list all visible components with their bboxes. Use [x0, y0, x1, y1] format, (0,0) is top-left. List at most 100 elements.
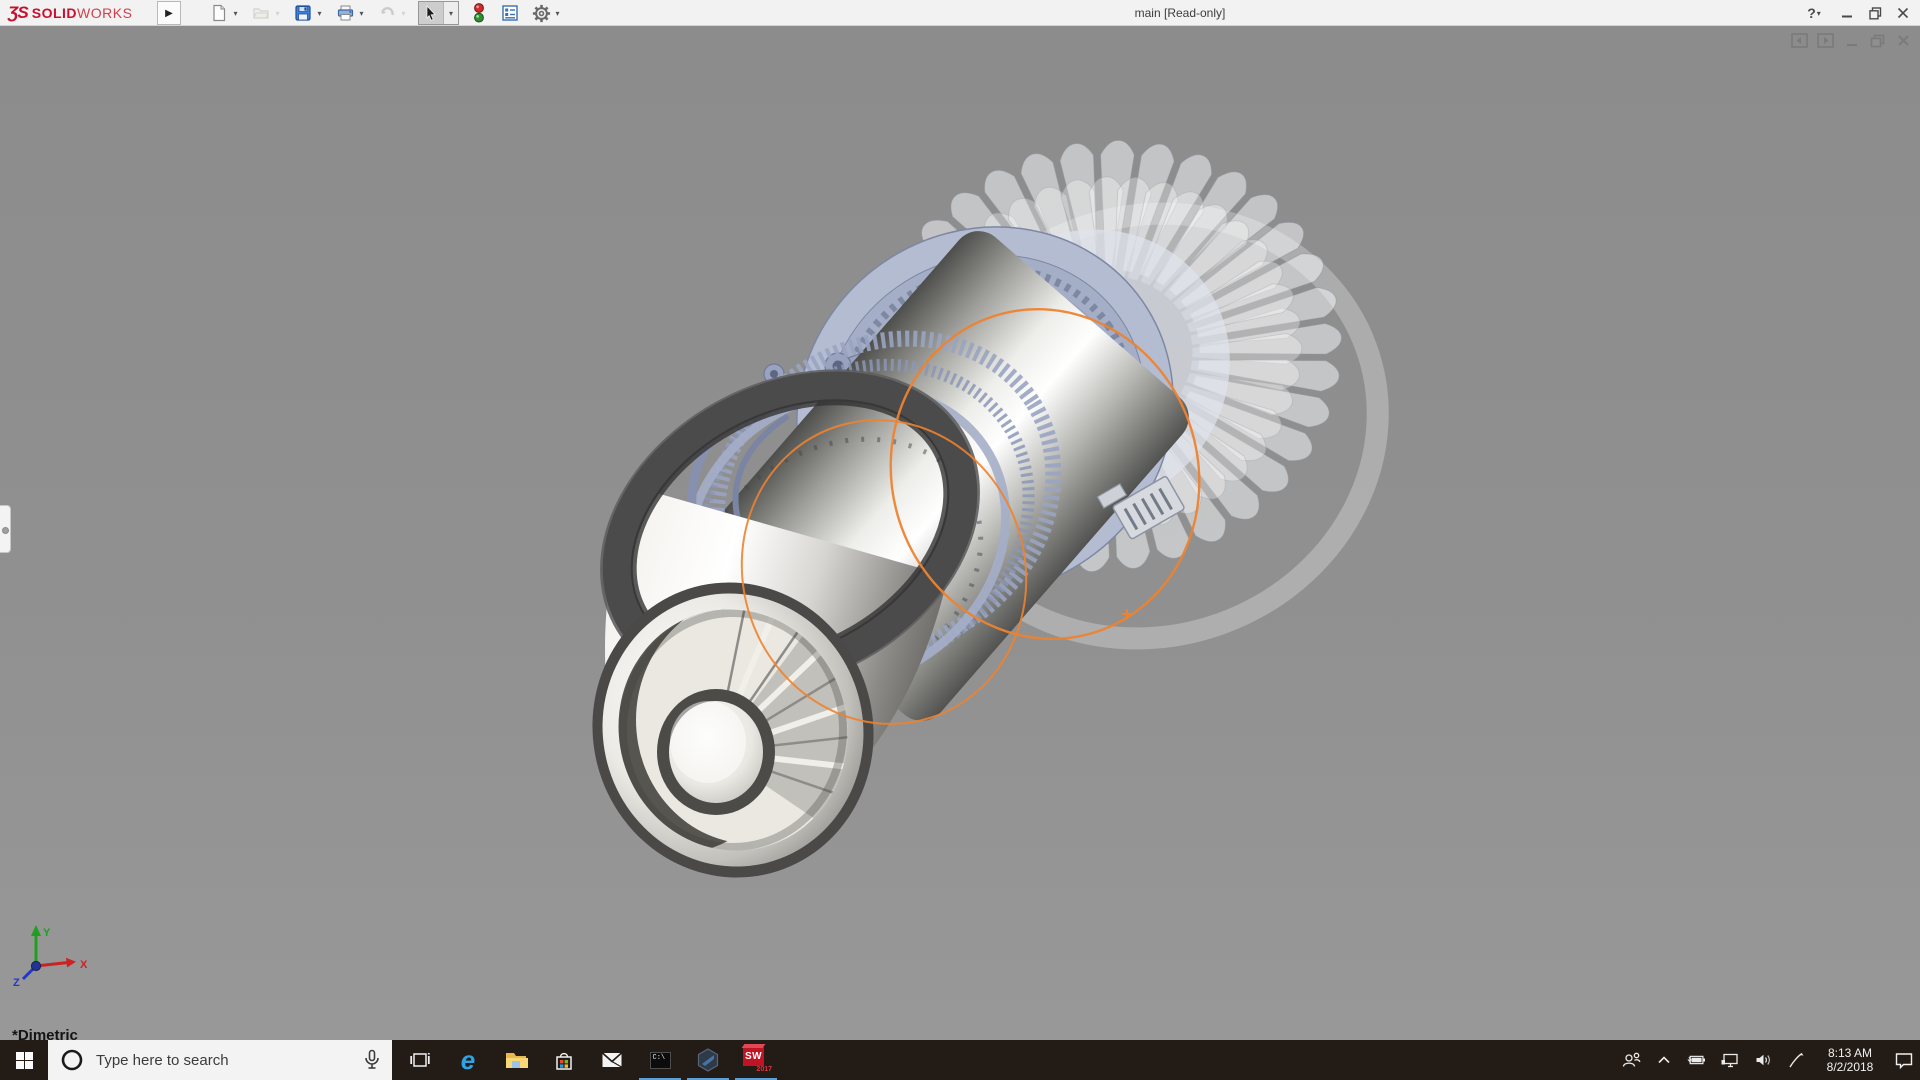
- volume-button[interactable]: [1753, 1050, 1773, 1070]
- undo-arrow-icon: [378, 4, 397, 22]
- store-icon: [554, 1050, 574, 1071]
- battery-button[interactable]: [1687, 1050, 1707, 1070]
- microphone-icon[interactable]: [362, 1049, 382, 1071]
- action-center-button[interactable]: [1894, 1050, 1914, 1070]
- clock-time: 8:13 AM: [1819, 1046, 1881, 1060]
- system-tray: 8:13 AM 8/2/2018: [1621, 1040, 1920, 1080]
- new-document-icon: [210, 4, 228, 22]
- taskbar-file-explorer[interactable]: [492, 1040, 540, 1080]
- document-title: main [Read-only]: [1050, 0, 1310, 26]
- people-button[interactable]: [1621, 1050, 1641, 1070]
- minimize-button[interactable]: [1836, 2, 1858, 24]
- stoplight-icon: [472, 3, 486, 23]
- gear-icon: [532, 4, 551, 23]
- action-center-icon: [1894, 1051, 1914, 1070]
- print-button[interactable]: [334, 2, 356, 24]
- options-button[interactable]: [530, 2, 552, 24]
- model-viewport[interactable]: Y X Z *Dimetric: [0, 26, 1920, 1040]
- undo-button: [376, 2, 398, 24]
- solidworks-2017-icon: SW 2017: [742, 1047, 770, 1073]
- open-dropdown: ▾: [272, 9, 283, 18]
- collapse-pane-icon: [1791, 33, 1808, 48]
- select-cursor-icon: [423, 5, 439, 22]
- network-button[interactable]: [1720, 1050, 1740, 1070]
- cortana-icon: [60, 1048, 84, 1072]
- new-document-button[interactable]: [208, 2, 230, 24]
- new-document-dropdown[interactable]: ▾: [230, 9, 241, 18]
- sw-year: 2017: [756, 1066, 772, 1073]
- options-dropdown[interactable]: ▾: [552, 9, 563, 18]
- people-icon: [1621, 1051, 1641, 1069]
- network-icon: [1720, 1052, 1740, 1069]
- save-floppy-icon: [294, 4, 312, 22]
- taskbar-edge[interactable]: e: [444, 1040, 492, 1080]
- print-dropdown[interactable]: ▾: [356, 9, 367, 18]
- command-prompt-icon-text: C:\: [653, 1054, 666, 1062]
- document-window-controls: [1791, 32, 1912, 49]
- task-view-button[interactable]: [396, 1040, 444, 1080]
- battery-icon: [1687, 1052, 1707, 1068]
- menu-flyout-button[interactable]: ▶: [157, 1, 181, 25]
- hidden-icons-button[interactable]: [1654, 1050, 1674, 1070]
- search-input[interactable]: [94, 1051, 338, 1070]
- chevron-up-icon: [1656, 1053, 1672, 1067]
- restore-icon: [1869, 7, 1882, 20]
- titlebar: ƷS SOLID WORKS ▶ ▾ ▾: [0, 0, 1920, 26]
- hexagon-app-icon: [697, 1048, 719, 1072]
- quick-access-toolbar: ▾ ▾ ▾: [208, 0, 572, 26]
- taskbar-hexagon-app[interactable]: [684, 1040, 732, 1080]
- sw-letters: SW: [745, 1051, 762, 1062]
- windows-ink-button[interactable]: [1786, 1050, 1806, 1070]
- select-button[interactable]: [419, 2, 443, 24]
- doc-close-button[interactable]: [1895, 32, 1912, 49]
- triad-y-arrow: [31, 925, 41, 936]
- mail-icon: [601, 1051, 623, 1069]
- windows-taskbar: e C:\: [0, 1040, 1920, 1080]
- select-dropdown[interactable]: ▾: [443, 2, 458, 24]
- flyout-arrow-icon: ▶: [165, 8, 173, 19]
- undo-dropdown: ▾: [398, 9, 409, 18]
- solidworks-logo-mark: ƷS: [8, 3, 28, 23]
- collapse-pane-button[interactable]: [1791, 32, 1808, 49]
- view-orientation-label: *Dimetric: [12, 1027, 78, 1040]
- close-button[interactable]: [1892, 2, 1914, 24]
- command-prompt-icon: C:\: [650, 1052, 671, 1069]
- open-folder-icon: [252, 4, 270, 22]
- save-button[interactable]: [292, 2, 314, 24]
- taskbar-search[interactable]: [48, 1040, 392, 1080]
- restore-button[interactable]: [1864, 2, 1886, 24]
- doc-minimize-button[interactable]: [1843, 32, 1860, 49]
- file-properties-button[interactable]: [499, 2, 521, 24]
- taskbar-mail[interactable]: [588, 1040, 636, 1080]
- start-button[interactable]: [0, 1040, 48, 1080]
- help-button[interactable]: ? ▾: [1798, 2, 1830, 24]
- solidworks-logo: ƷS SOLID WORKS: [8, 0, 132, 26]
- expand-pane-button[interactable]: [1817, 32, 1834, 49]
- doc-restore-button[interactable]: [1869, 32, 1886, 49]
- save-dropdown[interactable]: ▾: [314, 9, 325, 18]
- rebuild-button[interactable]: [468, 2, 490, 24]
- triad-x-label: X: [80, 959, 88, 971]
- doc-close-icon: [1897, 34, 1910, 47]
- taskbar-store[interactable]: [540, 1040, 588, 1080]
- close-icon: [1897, 7, 1909, 19]
- engine-model: [0, 26, 1920, 1040]
- expand-pane-icon: [1817, 33, 1834, 48]
- tray-clock[interactable]: 8:13 AM 8/2/2018: [1819, 1046, 1881, 1074]
- taskbar-command-prompt[interactable]: C:\: [636, 1040, 684, 1080]
- triad-z-label: Z: [13, 977, 20, 989]
- taskbar-apps: e C:\: [396, 1040, 780, 1080]
- triad-y-label: Y: [43, 927, 51, 939]
- windows-logo-icon: [15, 1051, 34, 1070]
- edge-icon: e: [461, 1047, 475, 1073]
- task-view-icon: [410, 1050, 430, 1070]
- help-icon: ?: [1807, 5, 1816, 21]
- taskbar-solidworks[interactable]: SW 2017: [732, 1040, 780, 1080]
- feature-manager-tab[interactable]: [0, 505, 11, 553]
- speaker-icon: [1754, 1052, 1773, 1068]
- select-split-button: ▾: [418, 1, 459, 25]
- open-button: [250, 2, 272, 24]
- doc-restore-icon: [1870, 34, 1885, 48]
- pen-icon: [1787, 1051, 1805, 1069]
- minimize-icon: [1841, 7, 1853, 19]
